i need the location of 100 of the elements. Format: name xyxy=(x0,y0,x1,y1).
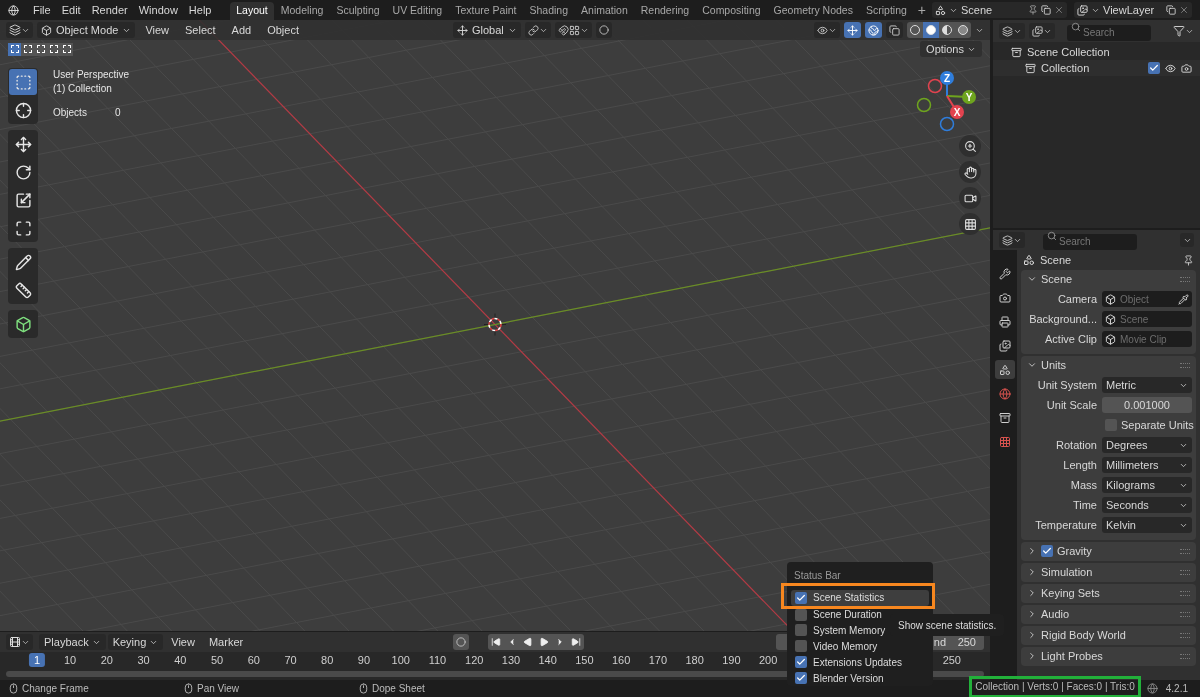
menu-option[interactable]: Scene Statistics xyxy=(791,589,929,606)
shading-button[interactable] xyxy=(939,22,955,38)
frame-number[interactable]: 250 xyxy=(937,653,966,667)
properties-tab[interactable] xyxy=(995,360,1015,379)
workspace-tab[interactable]: Sculpting xyxy=(330,2,386,20)
menu-option[interactable]: Extensions Updates xyxy=(791,654,929,671)
options-button[interactable] xyxy=(1180,233,1194,247)
options-dropdown[interactable]: Options xyxy=(920,41,982,57)
panel-header[interactable]: Scene xyxy=(1021,270,1196,288)
menu-item[interactable]: Edit xyxy=(56,1,86,19)
editor-type-button[interactable] xyxy=(6,22,33,38)
workspace-tab[interactable]: Modeling xyxy=(274,2,330,20)
menu-item[interactable]: Add xyxy=(225,21,258,39)
menu-dropdown[interactable]: Playback xyxy=(39,634,106,650)
menu-item[interactable]: View xyxy=(165,633,201,651)
dropdown-field[interactable]: Metric xyxy=(1102,377,1192,393)
frame-number[interactable]: 50 xyxy=(205,653,229,667)
axis-ball[interactable]: Z xyxy=(940,71,954,85)
panel-header[interactable]: Light Probes xyxy=(1021,647,1196,665)
dropdown-field[interactable]: Degrees xyxy=(1102,437,1192,453)
add-workspace-button[interactable]: + xyxy=(913,3,930,17)
workspace-tab[interactable]: Scripting xyxy=(859,2,913,20)
dropdown-field[interactable]: Seconds xyxy=(1102,497,1192,513)
frame-number[interactable]: 170 xyxy=(643,653,673,667)
menu-option[interactable]: Blender Version xyxy=(791,670,929,686)
frame-number[interactable]: 80 xyxy=(316,653,339,667)
navigation-button[interactable] xyxy=(959,161,981,183)
select-mode-button[interactable] xyxy=(8,42,21,56)
navigation-button[interactable] xyxy=(959,213,981,235)
frame-number[interactable]: 160 xyxy=(607,653,636,667)
panel-header[interactable]: Keying Sets xyxy=(1021,584,1196,602)
record-button[interactable] xyxy=(453,634,470,650)
frame-number[interactable]: 150 xyxy=(570,653,599,667)
proportional-button[interactable] xyxy=(595,22,612,38)
editor-type-button[interactable] xyxy=(6,634,33,650)
axis-ball[interactable] xyxy=(916,97,932,113)
visibility-button[interactable] xyxy=(814,22,840,38)
logo-icon[interactable] xyxy=(8,3,19,17)
menu-option[interactable]: Video Memory xyxy=(791,638,929,655)
axis-ball[interactable]: X xyxy=(950,105,964,119)
select-mode-button[interactable] xyxy=(34,42,47,56)
outliner-row[interactable]: Collection xyxy=(993,60,1200,76)
gizmo-toggle[interactable] xyxy=(844,22,861,38)
frame-number[interactable]: 110 xyxy=(423,653,452,667)
navigation-button[interactable] xyxy=(959,187,981,209)
panel-header[interactable]: Gravity xyxy=(1021,542,1196,560)
drag-handle-icon[interactable] xyxy=(1180,569,1190,575)
panel-header[interactable]: Rigid Body World xyxy=(1021,626,1196,644)
frame-number[interactable]: 20 xyxy=(95,653,118,667)
menu-item[interactable]: Marker xyxy=(202,633,250,651)
xray-button[interactable] xyxy=(886,22,903,38)
checkbox[interactable] xyxy=(795,624,807,637)
outliner-row[interactable]: Scene Collection xyxy=(993,44,1200,60)
search-field[interactable]: Search xyxy=(1043,233,1137,250)
select-mode-button[interactable] xyxy=(47,42,60,56)
overlay-toggle[interactable] xyxy=(865,22,882,38)
drag-handle-icon[interactable] xyxy=(1180,632,1190,638)
mode-dropdown[interactable]: Object Mode xyxy=(37,22,136,38)
frame-number[interactable]: 130 xyxy=(496,653,526,667)
scene-selector[interactable]: Scene xyxy=(932,2,1067,18)
workspace-tab[interactable]: Shading xyxy=(523,2,575,20)
search-field[interactable]: Search xyxy=(1067,24,1151,41)
view-layer-selector[interactable]: ViewLayer xyxy=(1074,2,1192,18)
pivot-button[interactable] xyxy=(524,22,551,38)
checkbox[interactable] xyxy=(1041,545,1053,557)
panel-header[interactable]: Units xyxy=(1021,356,1196,374)
menu-item[interactable]: Select xyxy=(179,21,222,39)
panel-header[interactable]: Simulation xyxy=(1021,563,1196,581)
axis-ball[interactable] xyxy=(927,78,943,94)
drag-handle-icon[interactable] xyxy=(1180,548,1190,554)
editor-type-button[interactable] xyxy=(999,232,1025,248)
workspace-tab[interactable]: Geometry Nodes xyxy=(767,2,859,20)
frame-number[interactable]: 140 xyxy=(533,653,562,667)
frame-number[interactable]: 1 xyxy=(28,653,46,667)
drag-handle-icon[interactable] xyxy=(1180,276,1190,282)
menu-dropdown[interactable]: Keying xyxy=(107,634,164,650)
workspace-tab[interactable]: Animation xyxy=(575,2,634,20)
camera-icon[interactable] xyxy=(1181,62,1192,74)
workspace-tab[interactable]: UV Editing xyxy=(386,2,449,20)
menu-item[interactable]: Help xyxy=(183,1,217,19)
frame-number[interactable]: 70 xyxy=(279,653,302,667)
shading-button[interactable] xyxy=(923,22,939,38)
workspace-tab[interactable]: Layout xyxy=(230,2,274,20)
checkbox[interactable] xyxy=(795,656,807,669)
frame-number[interactable]: 60 xyxy=(242,653,265,667)
drag-handle-icon[interactable] xyxy=(1180,590,1190,596)
exclude-checkbox[interactable] xyxy=(1148,62,1160,74)
workspace-tab[interactable]: Rendering xyxy=(634,2,696,20)
frame-number[interactable]: 190 xyxy=(717,653,746,667)
menu-item[interactable]: Window xyxy=(133,1,183,19)
frame-number[interactable]: 10 xyxy=(58,653,82,667)
frame-number[interactable]: 200 xyxy=(753,653,783,667)
display-mode-button[interactable] xyxy=(999,23,1025,39)
dropdown-field[interactable]: Kelvin xyxy=(1102,517,1192,533)
view-layer-button[interactable] xyxy=(1029,23,1055,39)
dropdown-field[interactable]: Kilograms xyxy=(1102,477,1192,493)
frame-number[interactable]: 30 xyxy=(132,653,155,667)
checkbox[interactable] xyxy=(795,640,807,653)
frame-number[interactable]: 100 xyxy=(386,653,415,667)
menu-item[interactable]: View xyxy=(139,21,176,39)
